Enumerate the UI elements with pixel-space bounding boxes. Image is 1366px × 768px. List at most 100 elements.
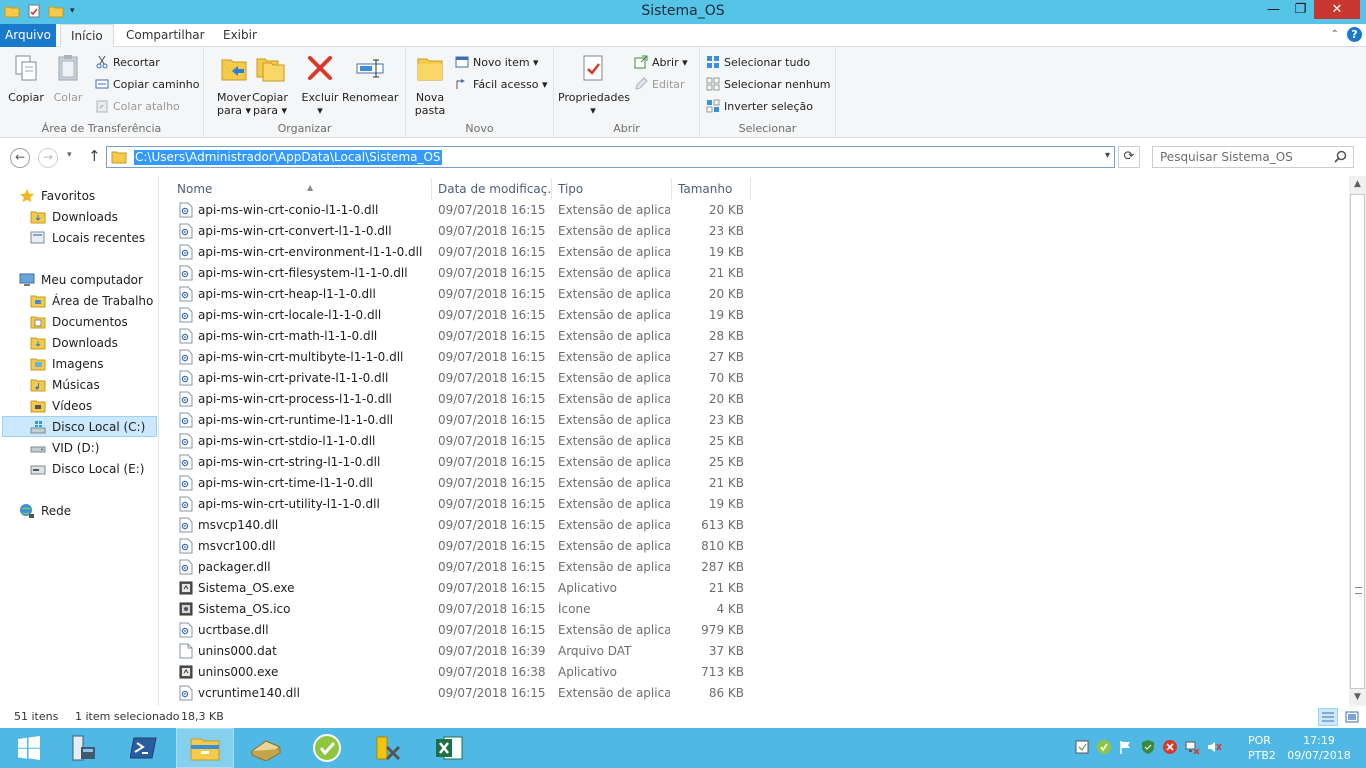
table-row[interactable]: api-ms-win-crt-runtime-l1-1-0.dll 09/07/2…: [176, 410, 750, 431]
rename-button[interactable]: Renomear: [342, 52, 398, 104]
nav-downloads[interactable]: Downloads: [30, 332, 118, 353]
table-row[interactable]: vcruntime140.dll 09/07/2018 16:15 Extensão…: [176, 683, 750, 704]
table-row[interactable]: api-ms-win-crt-environment-l1-1-0.dll 09/…: [176, 242, 750, 263]
action-center-flag-icon[interactable]: [1118, 739, 1134, 755]
table-row[interactable]: api-ms-win-crt-heap-l1-1-0.dll 09/07/2018…: [176, 284, 750, 305]
taskbar-app-tools[interactable]: [359, 728, 417, 768]
taskbar-file-explorer[interactable]: [176, 728, 234, 768]
copy-button[interactable]: Copiar: [6, 52, 46, 104]
table-row[interactable]: api-ms-win-crt-filesystem-l1-1-0.dll 09/0…: [176, 263, 750, 284]
table-row[interactable]: Sistema_OS.ico 09/07/2018 16:15 Ícone 4 KB: [176, 599, 750, 620]
scroll-thumb[interactable]: [1350, 194, 1365, 689]
select-none-button[interactable]: Selecionar nenhum: [706, 75, 831, 93]
tab-home[interactable]: Início: [60, 24, 114, 47]
nav-images[interactable]: Imagens: [30, 353, 103, 374]
tray-app-icon[interactable]: [1074, 739, 1090, 755]
taskbar-powershell[interactable]: [115, 728, 173, 768]
new-folder-button[interactable]: Nova pasta: [412, 52, 448, 117]
nav-music[interactable]: Músicas: [30, 374, 100, 395]
nav-desktop[interactable]: Área de Trabalho: [30, 290, 153, 311]
tray-shield-icon[interactable]: [1140, 739, 1156, 755]
nav-network[interactable]: Rede: [19, 500, 71, 521]
help-icon[interactable]: ?: [1347, 27, 1362, 42]
address-path[interactable]: C:\Users\Administrador\AppData\Local\Sis…: [134, 150, 442, 165]
input-language[interactable]: POR PTB2: [1248, 733, 1276, 763]
taskbar-app-green[interactable]: [298, 728, 356, 768]
table-row[interactable]: api-ms-win-crt-string-l1-1-0.dll 09/07/20…: [176, 452, 750, 473]
address-bar[interactable]: C:\Users\Administrador\AppData\Local\Sis…: [106, 146, 1115, 168]
table-row[interactable]: ucrtbase.dll 09/07/2018 16:15 Extensão de …: [176, 620, 750, 641]
scroll-down-button[interactable]: ▼: [1349, 689, 1366, 706]
minimize-button[interactable]: —: [1260, 0, 1287, 19]
copy-path-button[interactable]: Copiar caminho: [95, 75, 199, 93]
recent-locations-icon[interactable]: ▾: [67, 150, 72, 160]
delete-button[interactable]: Excluir ▾: [300, 52, 340, 117]
volume-muted-icon[interactable]: [1206, 739, 1222, 755]
tab-file[interactable]: Arquivo: [0, 24, 56, 47]
table-row[interactable]: msvcp140.dll 09/07/2018 16:15 Extensão de …: [176, 515, 750, 536]
nav-documents[interactable]: Documentos: [30, 311, 128, 332]
vertical-scrollbar[interactable]: ▲ ▼: [1349, 176, 1366, 706]
paste-shortcut-button[interactable]: Colar atalho: [95, 97, 180, 115]
table-row[interactable]: msvcr100.dll 09/07/2018 16:15 Extensão de …: [176, 536, 750, 557]
tab-share[interactable]: Compartilhar: [116, 24, 215, 47]
back-button[interactable]: ←: [10, 148, 30, 168]
up-arrow-icon[interactable]: ↑: [88, 147, 101, 165]
nav-favorites[interactable]: Favoritos: [19, 185, 95, 206]
nav-disk-e[interactable]: Disco Local (E:): [30, 458, 144, 479]
table-row[interactable]: unins000.dat 09/07/2018 16:39 Arquivo DAT 3…: [176, 641, 750, 662]
properties-button[interactable]: Propriedades ▾: [558, 52, 630, 117]
large-icons-view-button[interactable]: [1342, 708, 1362, 726]
nav-recent-places[interactable]: Locais recentes: [30, 227, 145, 248]
table-row[interactable]: api-ms-win-crt-private-l1-1-0.dll 09/07/2…: [176, 368, 750, 389]
column-size[interactable]: Tamanho: [672, 178, 751, 200]
edit-button[interactable]: Editar: [634, 75, 685, 93]
table-row[interactable]: api-ms-win-crt-locale-l1-1-0.dll 09/07/20…: [176, 305, 750, 326]
cut-button[interactable]: Recortar: [95, 53, 160, 71]
table-row[interactable]: api-ms-win-crt-time-l1-1-0.dll 09/07/2018…: [176, 473, 750, 494]
table-row[interactable]: api-ms-win-crt-math-l1-1-0.dll 09/07/2018…: [176, 326, 750, 347]
tray-green-icon[interactable]: [1096, 739, 1112, 755]
table-row[interactable]: api-ms-win-crt-convert-l1-1-0.dll 09/07/2…: [176, 221, 750, 242]
tray-red-icon[interactable]: [1162, 739, 1178, 755]
taskbar-excel[interactable]: [420, 728, 478, 768]
paste-button[interactable]: Colar: [48, 52, 88, 104]
table-row[interactable]: packager.dll 09/07/2018 16:15 Extensão de …: [176, 557, 750, 578]
taskbar-app-books[interactable]: [237, 728, 295, 768]
search-box[interactable]: [1152, 146, 1354, 168]
maximize-button[interactable]: ❐: [1287, 0, 1314, 19]
table-row[interactable]: api-ms-win-crt-utility-l1-1-0.dll 09/07/2…: [176, 494, 750, 515]
tab-view[interactable]: Exibir: [213, 24, 267, 47]
address-dropdown-icon[interactable]: ▾: [1105, 150, 1110, 161]
table-row[interactable]: api-ms-win-crt-process-l1-1-0.dll 09/07/2…: [176, 389, 750, 410]
clock[interactable]: 17:19 09/07/2018: [1286, 733, 1352, 763]
nav-videos[interactable]: Vídeos: [30, 395, 92, 416]
nav-downloads-favorite[interactable]: Downloads: [30, 206, 118, 227]
nav-vid-d[interactable]: VID (D:): [30, 437, 99, 458]
table-row[interactable]: Sistema_OS.exe 09/07/2018 16:15 Aplicativo…: [176, 578, 750, 599]
scroll-up-button[interactable]: ▲: [1349, 176, 1366, 193]
column-type[interactable]: Tipo: [552, 178, 672, 200]
column-name[interactable]: Nome ▲: [171, 178, 432, 200]
taskbar-server-manager[interactable]: [54, 728, 112, 768]
select-all-button[interactable]: Selecionar tudo: [706, 53, 810, 71]
table-row[interactable]: api-ms-win-crt-stdio-l1-1-0.dll 09/07/201…: [176, 431, 750, 452]
invert-selection-button[interactable]: Inverter seleção: [706, 97, 813, 115]
refresh-button[interactable]: ⟳: [1118, 146, 1140, 168]
close-button[interactable]: ✕: [1314, 0, 1360, 19]
nav-computer[interactable]: Meu computador: [19, 269, 143, 290]
forward-button[interactable]: →: [38, 148, 58, 168]
table-row[interactable]: unins000.exe 09/07/2018 16:38 Aplicativo 71…: [176, 662, 750, 683]
table-row[interactable]: api-ms-win-crt-multibyte-l1-1-0.dll 09/07…: [176, 347, 750, 368]
nav-disk-c[interactable]: Disco Local (C:): [2, 416, 157, 437]
collapse-ribbon-icon[interactable]: ⌃: [1331, 29, 1339, 40]
copy-to-button[interactable]: Copiar para ▾: [250, 52, 290, 117]
search-input[interactable]: [1160, 150, 1330, 164]
network-tray-icon[interactable]: [1184, 739, 1200, 755]
start-button[interactable]: [0, 728, 58, 768]
new-item-button[interactable]: Novo item ▾: [455, 53, 539, 71]
easy-access-button[interactable]: Fácil acesso ▾: [455, 75, 547, 93]
table-row[interactable]: api-ms-win-crt-conio-l1-1-0.dll 09/07/201…: [176, 200, 750, 221]
details-view-button[interactable]: [1318, 708, 1338, 726]
column-date[interactable]: Data de modificaç...: [432, 178, 552, 200]
